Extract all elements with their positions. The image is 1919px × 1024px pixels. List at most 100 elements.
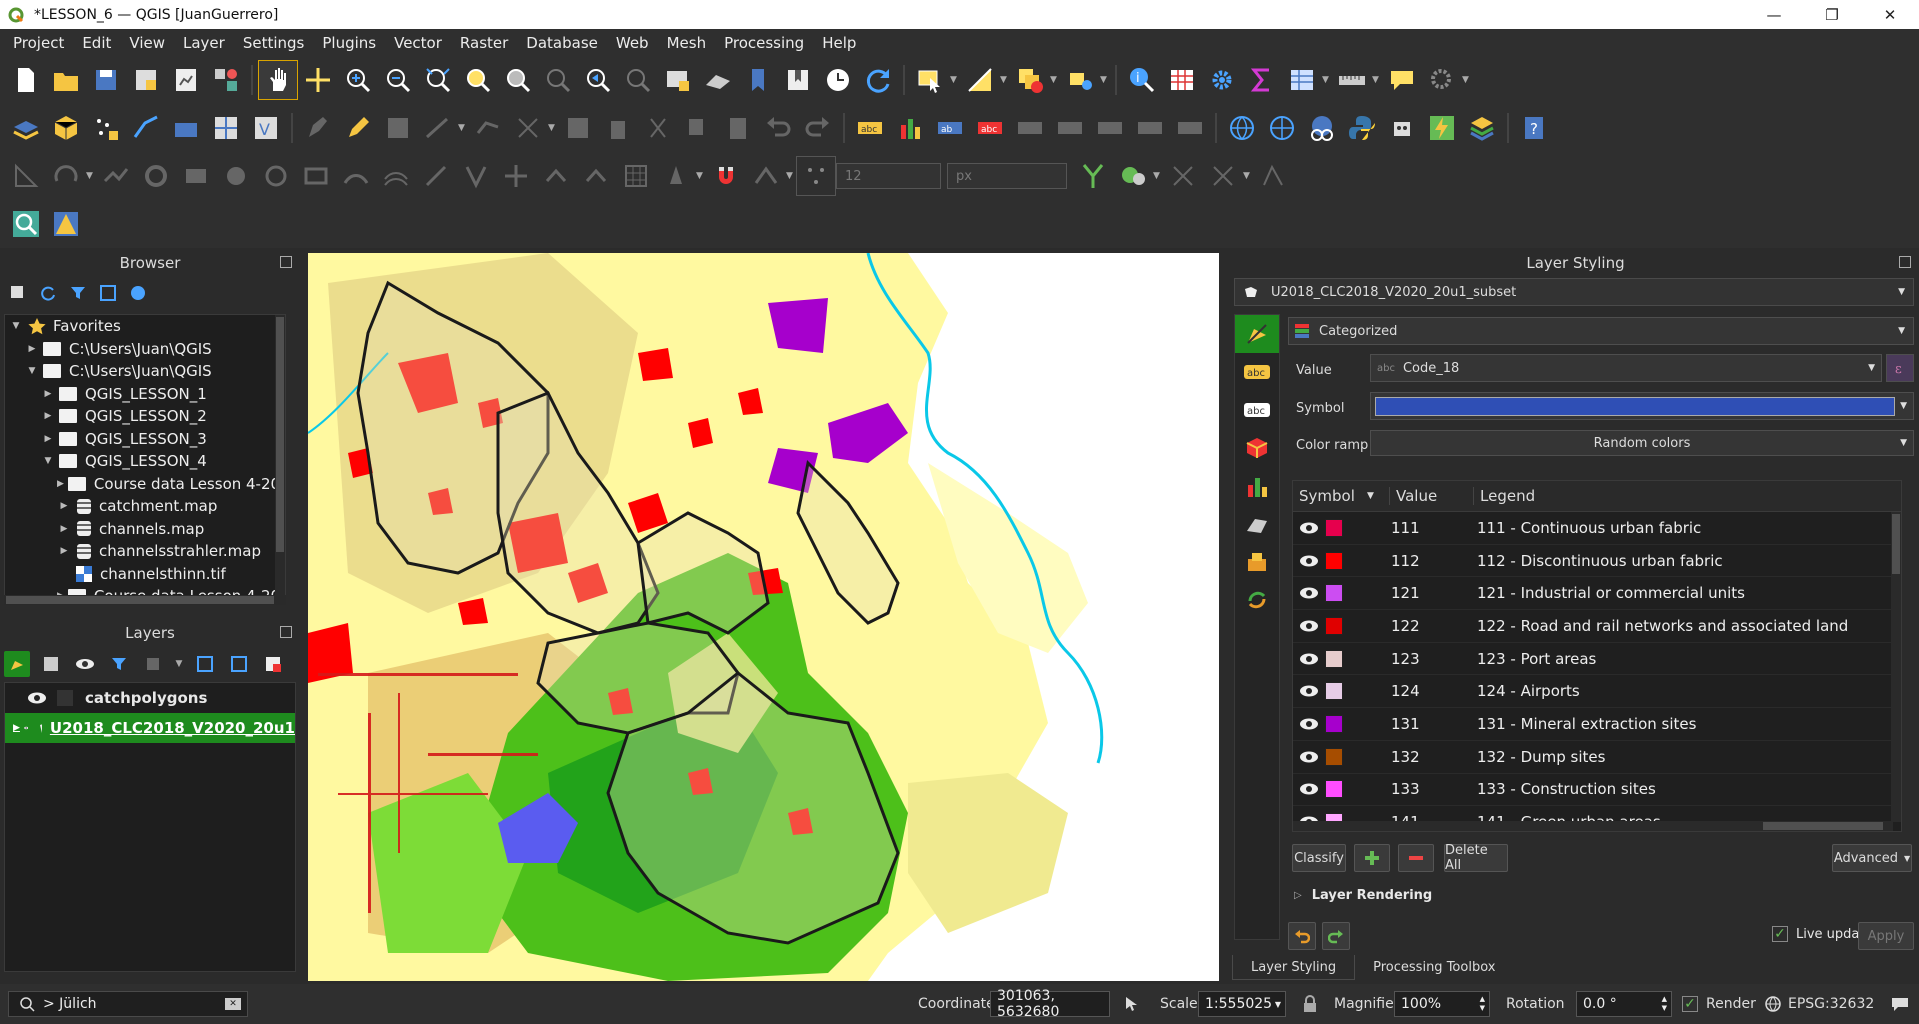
class-color-swatch[interactable]	[1325, 518, 1343, 537]
symbol-button[interactable]: ▼	[1370, 392, 1914, 420]
crs-globe-icon[interactable]	[1764, 995, 1782, 1013]
class-color-swatch[interactable]	[1325, 714, 1343, 733]
dropdown-arrow-icon[interactable]: ▼	[1000, 75, 1010, 85]
snap-intersection-icon[interactable]	[1163, 156, 1203, 196]
class-row[interactable]: 131 131 - Mineral extraction sites	[1293, 708, 1901, 741]
minimize-button[interactable]: —	[1745, 0, 1803, 29]
pan-hand-icon[interactable]	[258, 60, 298, 100]
menu-help[interactable]: Help	[813, 34, 865, 52]
horizontal-scrollbar[interactable]	[4, 595, 286, 605]
visibility-eye-icon[interactable]	[27, 691, 47, 705]
crs-button[interactable]: EPSG:32632	[1788, 996, 1874, 1012]
magnifier-spinbox[interactable]: 100% ▲ ▼	[1394, 991, 1490, 1017]
help-icon[interactable]: ?	[1514, 108, 1554, 148]
undo-style-button[interactable]	[1288, 922, 1316, 950]
add-part-icon[interactable]	[176, 156, 216, 196]
data-source-manager-icon[interactable]	[6, 108, 46, 148]
dropdown-arrow-icon[interactable]: ▼	[950, 75, 960, 85]
dropdown-arrow-icon[interactable]: ▼	[1322, 75, 1332, 85]
visibility-eye-icon[interactable]	[1299, 750, 1319, 764]
class-color-swatch[interactable]	[1325, 780, 1343, 799]
virtual-layer-v-icon[interactable]: V	[246, 108, 286, 148]
new-map-view-icon[interactable]	[658, 60, 698, 100]
georeferencer-icon[interactable]	[46, 204, 86, 244]
clear-icon[interactable]: ✕	[225, 998, 241, 1010]
trim-extend-icon[interactable]	[456, 156, 496, 196]
copy-features-icon[interactable]	[678, 108, 718, 148]
browser-tree[interactable]: ▼ Favorites ▶ C:\Users\Juan\QGIS ▼ C:\Users\J…	[4, 314, 286, 596]
delete-selected-icon[interactable]	[598, 108, 638, 148]
filter-icon[interactable]	[66, 281, 90, 305]
move-label-icon[interactable]	[1090, 108, 1130, 148]
rotate-point-icon[interactable]	[656, 156, 696, 196]
dropdown-arrow-icon[interactable]: ▼	[458, 123, 468, 133]
spin-arrows-icon[interactable]: ▲ ▼	[1662, 995, 1667, 1013]
class-color-swatch[interactable]	[1325, 649, 1343, 668]
spin-arrows-icon[interactable]: ▲ ▼	[1480, 995, 1485, 1013]
dropdown-arrow-icon[interactable]: ▼	[1900, 401, 1907, 411]
expand-arrow-icon[interactable]: ▶	[57, 546, 71, 556]
menu-layer[interactable]: Layer	[174, 34, 234, 52]
value-field-select[interactable]: abc Code_18 ▼	[1370, 354, 1882, 382]
class-row[interactable]: 111 111 - Continuous urban fabric	[1293, 512, 1901, 545]
labels-tab-icon[interactable]: abc	[1235, 353, 1279, 391]
current-edits-icon[interactable]	[298, 108, 338, 148]
new-project-icon[interactable]	[6, 60, 46, 100]
zoom-last-icon[interactable]	[578, 60, 618, 100]
advanced-button[interactable]: Advanced ▼	[1832, 844, 1912, 872]
layer-rendering-section[interactable]: ▷ Layer Rendering	[1294, 888, 1432, 903]
class-row[interactable]: 123 123 - Port areas	[1293, 643, 1901, 676]
identify-features-icon[interactable]: i	[1122, 60, 1162, 100]
plugin-lightning-icon[interactable]	[1422, 108, 1462, 148]
style-switch-tab-icon[interactable]	[1235, 581, 1279, 619]
3d-view-tab-icon[interactable]	[1235, 429, 1279, 467]
vertex-tool-icon[interactable]	[468, 108, 508, 148]
diagrams-tab-icon[interactable]	[1235, 467, 1279, 505]
dropdown-arrow-icon[interactable]: ▼	[1275, 1000, 1281, 1009]
merge-features-icon[interactable]	[576, 156, 616, 196]
expand-arrow-icon[interactable]: ▶	[41, 389, 55, 399]
open-project-icon[interactable]	[46, 60, 86, 100]
browser-tree-item[interactable]: ▶ channels.map	[5, 518, 285, 541]
zoom-to-layer-icon[interactable]	[498, 60, 538, 100]
history-tab-icon[interactable]	[1235, 543, 1279, 581]
open-table-icon[interactable]	[1282, 60, 1322, 100]
mesh-tab-icon[interactable]	[1235, 505, 1279, 543]
expand-all-icon[interactable]	[192, 651, 218, 677]
collapse-all-icon[interactable]	[96, 281, 120, 305]
refresh-icon[interactable]	[36, 281, 60, 305]
dropdown-arrow-icon[interactable]: ▼	[1462, 75, 1472, 85]
show-bookmarks-icon[interactable]	[778, 60, 818, 100]
menu-raster[interactable]: Raster	[451, 34, 517, 52]
symbology-tab-icon[interactable]	[1235, 315, 1279, 353]
undo-icon[interactable]	[758, 108, 798, 148]
select-location-icon[interactable]	[1060, 60, 1100, 100]
menu-edit[interactable]: Edit	[73, 34, 120, 52]
classes-table[interactable]: Symbol ▼ Value Legend 111 111 - Continuou…	[1292, 480, 1902, 832]
visibility-eye-icon[interactable]	[24, 721, 29, 735]
float-panel-icon[interactable]	[280, 626, 292, 638]
advanced-digitize-icon[interactable]	[6, 156, 46, 196]
style-manager-icon[interactable]	[206, 60, 246, 100]
digitize-icon[interactable]	[418, 108, 458, 148]
class-color-swatch[interactable]	[1325, 682, 1343, 701]
zoom-to-selection-icon[interactable]	[458, 60, 498, 100]
trace-icon[interactable]	[1203, 156, 1243, 196]
browser-tree-item[interactable]: ▶ C:\Users\Juan\QGIS	[5, 338, 285, 361]
snap-y-icon[interactable]	[1073, 156, 1113, 196]
menu-plugins[interactable]: Plugins	[313, 34, 385, 52]
visibility-eye-icon[interactable]	[1299, 521, 1319, 535]
locator-search-input[interactable]: > Jülich ✕	[8, 991, 248, 1017]
layer-tree[interactable]: catchpolygons ▶ U2018_CLC2018_V2020_20u1	[4, 682, 296, 972]
add-class-button[interactable]	[1354, 844, 1390, 872]
lock-scale-icon[interactable]	[1302, 995, 1318, 1013]
close-button[interactable]: ✕	[1861, 0, 1919, 29]
menu-project[interactable]: Project	[4, 34, 73, 52]
reverse-line-icon[interactable]	[416, 156, 456, 196]
modify-attributes-icon[interactable]	[558, 108, 598, 148]
delete-ring-icon[interactable]	[256, 156, 296, 196]
properties-info-icon[interactable]	[126, 281, 150, 305]
split-parts-icon[interactable]	[536, 156, 576, 196]
browser-tree-item[interactable]: ▶ catchment.map	[5, 495, 285, 518]
avoid-overlap-icon[interactable]	[1253, 156, 1293, 196]
